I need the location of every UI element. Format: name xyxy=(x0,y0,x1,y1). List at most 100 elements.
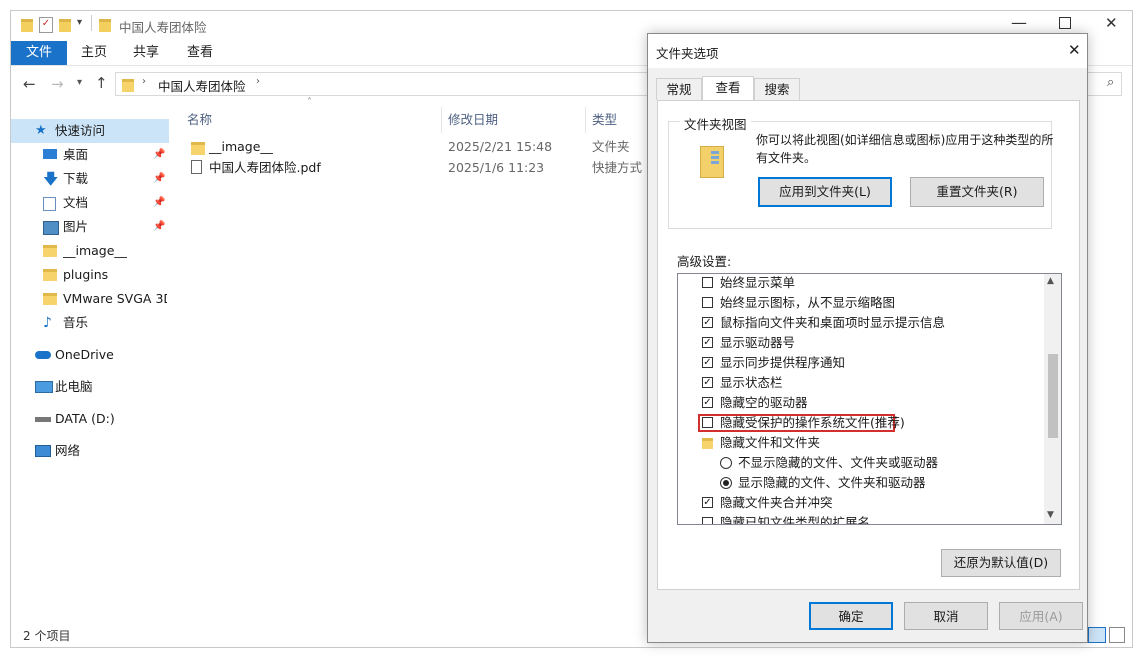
tab-file[interactable]: 文件 xyxy=(11,41,67,65)
ok-button[interactable]: 确定 xyxy=(809,602,893,630)
address-box[interactable]: › 中国人寿团体险 › xyxy=(115,72,675,96)
column-modified[interactable]: 修改日期 xyxy=(448,107,498,133)
desktop-icon xyxy=(43,149,57,159)
checkbox[interactable] xyxy=(702,297,713,308)
chevron-down-icon[interactable]: ▾ xyxy=(77,17,82,28)
tab-view[interactable]: 查看 xyxy=(702,76,754,100)
nav-this-pc[interactable]: 此电脑 xyxy=(11,375,169,399)
properties-icon[interactable]: ✓ xyxy=(39,17,53,33)
nav-desktop[interactable]: 桌面 📌 xyxy=(11,143,169,167)
folder-icon xyxy=(43,293,57,305)
document-icon xyxy=(43,197,56,211)
nav-vmware[interactable]: VMware SVGA 3D xyxy=(11,287,169,311)
apply-to-folders-button[interactable]: 应用到文件夹(L) xyxy=(758,177,892,207)
checkbox-checked[interactable]: ✓ xyxy=(702,357,713,368)
file-type: 快捷方式 xyxy=(592,160,643,175)
nav-data-drive[interactable]: DATA (D:) xyxy=(11,407,169,431)
folder-icon xyxy=(21,19,33,32)
advanced-settings-list[interactable]: 始终显示菜单 始终显示图标，从不显示缩略图 ✓ 鼠标指向文件夹和桌面项时显示提示… xyxy=(677,273,1062,525)
file-type: 文件夹 xyxy=(592,139,630,154)
nav-onedrive[interactable]: OneDrive xyxy=(11,343,169,367)
forward-arrow-icon[interactable]: → xyxy=(51,75,64,93)
checkbox-checked[interactable]: ✓ xyxy=(702,497,713,508)
column-type[interactable]: 类型 xyxy=(592,107,617,133)
checkbox[interactable] xyxy=(702,417,713,428)
grid-icon xyxy=(711,151,719,165)
tab-search[interactable]: 搜索 xyxy=(754,78,800,100)
column-divider[interactable] xyxy=(585,107,586,133)
download-icon: 🡇 xyxy=(43,170,59,188)
restore-defaults-button[interactable]: 还原为默认值(D) xyxy=(941,549,1061,577)
chevron-right-icon[interactable]: › xyxy=(256,76,260,87)
folder-icon xyxy=(99,19,111,32)
folder-icon xyxy=(191,142,205,155)
minimize-icon[interactable]: — xyxy=(1011,13,1031,32)
folder-icon xyxy=(43,245,57,257)
dialog-title: 文件夹选项 xyxy=(656,46,719,61)
file-modified: 2025/2/21 15:48 xyxy=(448,139,553,154)
tab-general[interactable]: 常规 xyxy=(656,78,702,100)
checkbox-checked[interactable]: ✓ xyxy=(702,337,713,348)
recent-locations-icon[interactable]: ▾ xyxy=(77,77,82,88)
scrollbar[interactable]: ▲ ▼ xyxy=(1044,274,1061,524)
scroll-thumb[interactable] xyxy=(1048,354,1058,438)
nav-image-folder[interactable]: __image__ xyxy=(11,239,169,263)
pin-icon[interactable]: 📌 xyxy=(153,191,165,215)
folder-icon xyxy=(702,438,713,449)
divider xyxy=(91,15,92,31)
nav-music[interactable]: ♪ 音乐 xyxy=(11,311,169,335)
nav-plugins[interactable]: plugins xyxy=(11,263,169,287)
column-divider[interactable] xyxy=(441,107,442,133)
computer-icon xyxy=(35,381,53,393)
search-icon: ⌕ xyxy=(1107,75,1115,90)
scroll-up-icon[interactable]: ▲ xyxy=(1047,276,1054,286)
details-view-icon[interactable] xyxy=(1088,627,1106,643)
close-icon[interactable]: ✕ xyxy=(1068,41,1081,59)
file-row[interactable]: __image__ 2025/2/21 15:48 文件夹 xyxy=(187,136,647,158)
chevron-right-icon: › xyxy=(142,76,146,87)
large-icons-view-icon[interactable] xyxy=(1109,627,1125,643)
tab-home[interactable]: 主页 xyxy=(81,41,107,65)
up-arrow-icon[interactable]: ↑ xyxy=(95,74,108,92)
folder-view-icon xyxy=(700,146,724,178)
dialog-title-bar: 文件夹选项 ✕ xyxy=(648,34,1087,68)
pin-icon[interactable]: 📌 xyxy=(153,167,165,191)
nav-documents[interactable]: 文档 📌 xyxy=(11,191,169,215)
folder-options-dialog: 文件夹选项 ✕ 常规 查看 搜索 文件夹视图 你可以将此视图(如详细信息或图标)… xyxy=(647,33,1088,643)
tab-share[interactable]: 共享 xyxy=(133,41,159,65)
folder-icon xyxy=(43,269,57,281)
checkbox[interactable] xyxy=(702,517,713,524)
radio-button-selected[interactable] xyxy=(720,477,732,489)
cloud-icon xyxy=(35,351,51,359)
pin-icon[interactable]: 📌 xyxy=(153,215,165,239)
radio-button[interactable] xyxy=(720,457,732,469)
file-name: 中国人寿团体险.pdf xyxy=(209,160,321,175)
back-arrow-icon[interactable]: ← xyxy=(23,75,36,93)
checkbox-checked[interactable]: ✓ xyxy=(702,397,713,408)
cancel-button[interactable]: 取消 xyxy=(904,602,988,630)
maximize-icon[interactable] xyxy=(1059,17,1071,29)
close-icon[interactable]: ✕ xyxy=(1105,14,1118,32)
file-row[interactable]: 中国人寿团体险.pdf 2025/1/6 11:23 快捷方式 xyxy=(187,157,647,179)
checkbox[interactable] xyxy=(702,277,713,288)
reset-folders-button[interactable]: 重置文件夹(R) xyxy=(910,177,1044,207)
nav-quick-access[interactable]: ★ 快速访问 xyxy=(11,119,169,143)
breadcrumb[interactable]: 中国人寿团体险 xyxy=(158,76,246,95)
search-input[interactable]: ⌕ xyxy=(1086,72,1122,96)
music-icon: ♪ xyxy=(43,315,52,331)
navigation-pane: ★ 快速访问 桌面 📌 🡇 下载 📌 文档 📌 图片 📌 __image__ p… xyxy=(11,111,169,611)
pdf-shortcut-icon xyxy=(191,160,202,174)
pin-icon[interactable]: 📌 xyxy=(153,143,165,167)
checkbox-checked[interactable]: ✓ xyxy=(702,377,713,388)
tab-view[interactable]: 查看 xyxy=(187,41,213,65)
nav-downloads[interactable]: 🡇 下载 📌 xyxy=(11,167,169,191)
drive-icon xyxy=(35,417,51,422)
apply-button[interactable]: 应用(A) xyxy=(999,602,1083,630)
column-name[interactable]: 名称 xyxy=(187,107,212,133)
nav-network[interactable]: 网络 xyxy=(11,439,169,463)
new-folder-icon[interactable] xyxy=(59,19,71,32)
scroll-down-icon[interactable]: ▼ xyxy=(1047,510,1054,520)
nav-pictures[interactable]: 图片 📌 xyxy=(11,215,169,239)
window-title: 中国人寿团体险 xyxy=(119,20,207,35)
checkbox-checked[interactable]: ✓ xyxy=(702,317,713,328)
